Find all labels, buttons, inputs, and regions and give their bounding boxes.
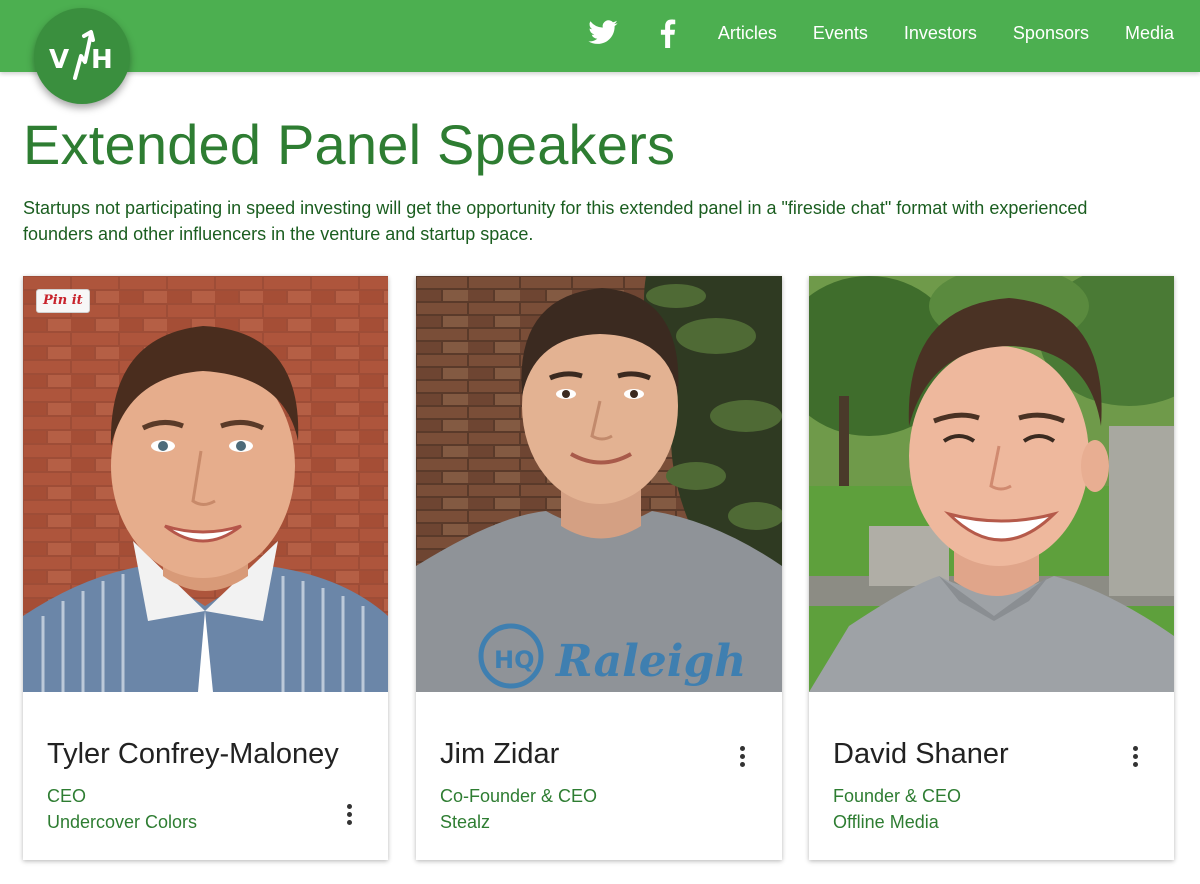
- shirt-logo: HQ: [494, 646, 535, 674]
- speaker-role: Founder & CEO: [833, 786, 962, 806]
- speaker-role: Co-Founder & CEO: [440, 786, 598, 806]
- facebook-icon[interactable]: [650, 16, 684, 50]
- main-nav: Articles Events Investors Sponsors Media: [586, 0, 1174, 66]
- more-options-icon[interactable]: [1123, 742, 1147, 770]
- speaker-company: Undercover Colors: [47, 812, 198, 832]
- logo-mark: V H: [49, 30, 113, 80]
- nav-link-events[interactable]: Events: [813, 23, 868, 44]
- speaker-company: Offline Media: [833, 812, 939, 832]
- page-intro: Startups not participating in speed inve…: [23, 198, 1088, 244]
- speaker-card: David Shaner Founder & CEO Offline Media: [809, 276, 1174, 860]
- svg-text:V: V: [49, 45, 69, 75]
- top-nav-bar: Articles Events Investors Sponsors Media: [0, 0, 1200, 72]
- nav-link-media[interactable]: Media: [1125, 23, 1174, 44]
- svg-text:H: H: [91, 45, 113, 75]
- more-options-icon[interactable]: [337, 800, 361, 828]
- pin-it-button[interactable]: Pin it: [36, 289, 90, 313]
- nav-link-articles[interactable]: Articles: [718, 23, 777, 44]
- speaker-card: Pin it Tyler Confrey-Maloney CEO Underco…: [23, 276, 388, 860]
- more-options-icon[interactable]: [730, 742, 754, 770]
- speaker-photo: HQ Raleigh: [416, 276, 782, 692]
- speaker-name: David Shaner: [833, 738, 1009, 770]
- shirt-text: Raleigh: [554, 636, 746, 687]
- page-title: Extended Panel Speakers: [23, 113, 676, 176]
- speaker-name: Tyler Confrey-Maloney: [47, 738, 339, 770]
- twitter-icon[interactable]: [586, 16, 620, 50]
- site-logo[interactable]: V H: [34, 8, 130, 104]
- speaker-role: CEO: [47, 786, 87, 806]
- nav-link-investors[interactable]: Investors: [904, 23, 977, 44]
- speaker-company: Stealz: [440, 812, 491, 832]
- nav-link-sponsors[interactable]: Sponsors: [1013, 23, 1089, 44]
- speaker-card: HQ Raleigh Jim Zidar Co-Founder & CEO St…: [416, 276, 782, 860]
- speaker-name: Jim Zidar: [440, 738, 560, 770]
- speaker-photo: [809, 276, 1174, 692]
- speaker-photo: Pin it: [23, 276, 388, 692]
